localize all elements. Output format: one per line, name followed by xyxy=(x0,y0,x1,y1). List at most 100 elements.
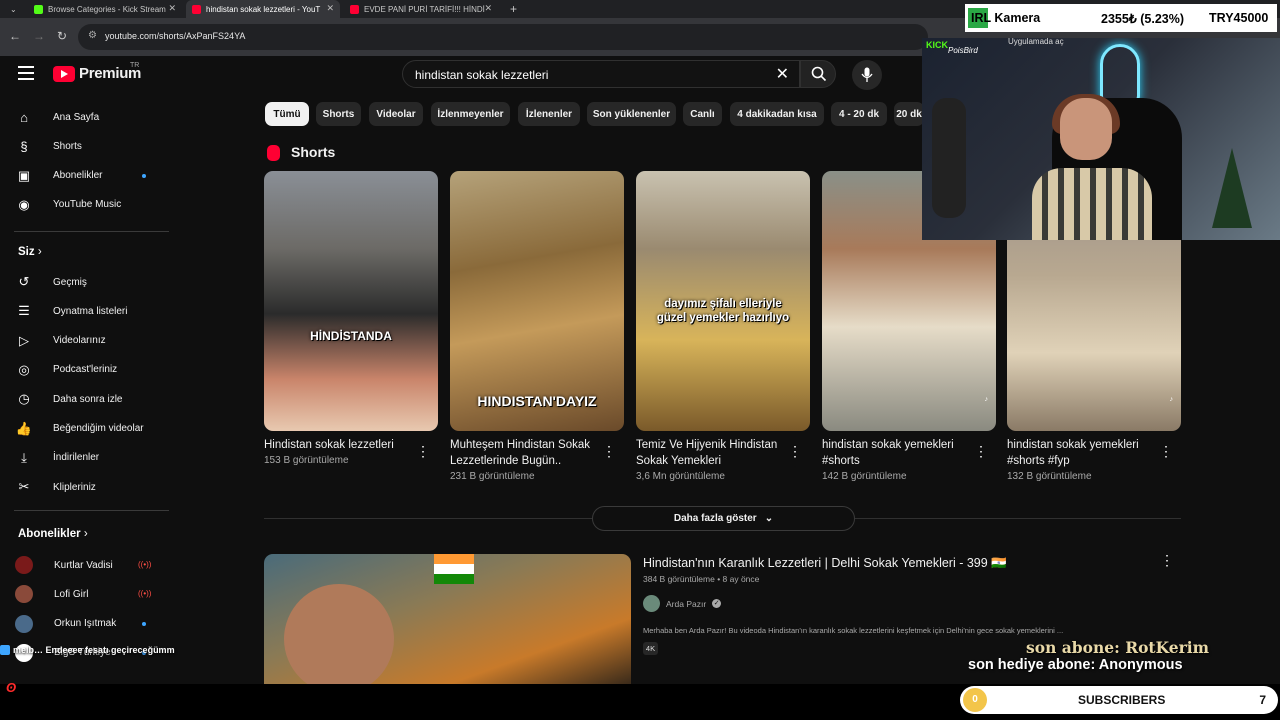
live-icon: ((•)) xyxy=(138,560,152,569)
short-thumbnail[interactable]: HINDISTAN'DAYIZ xyxy=(450,171,624,431)
sidebar-item-geçmiş[interactable]: ↺ Geçmiş xyxy=(14,269,169,295)
chat-ticker: melb… Endeeee fesatı geçireceğümm xyxy=(0,645,175,655)
sidebar-item-label: Shorts xyxy=(53,140,82,152)
ticker-target: TRY45000 xyxy=(1209,11,1269,25)
watch-later-icon: ◷ xyxy=(18,391,30,407)
channel-avatar[interactable] xyxy=(643,595,660,612)
browser-tab-2[interactable]: hindistan sokak lezzetleri - YouT ✕ xyxy=(186,0,340,18)
short-card[interactable]: HİNDİSTANDA Hindistan sokak lezzetleri 153… xyxy=(264,171,438,466)
sidebar-item-orkun-işıtmak[interactable]: Orkun Işıtmak xyxy=(14,611,169,637)
short-overlay-text: HİNDİSTANDA xyxy=(310,329,392,343)
donation-ticker: IRL Kamera 2355₺ (5.23%) TRY45000 xyxy=(965,4,1277,32)
browser-tab-3[interactable]: EVDE PANİ PURİ TARİFİ!!! HİNDİ ✕ xyxy=(344,0,498,18)
close-tab-icon[interactable]: ✕ xyxy=(484,3,492,14)
divider-line xyxy=(264,518,592,519)
browser-tab-title: EVDE PANİ PURİ TARİFİ!!! HİNDİ xyxy=(364,4,485,14)
video-thumbnail[interactable] xyxy=(264,554,631,684)
india-flag-icon xyxy=(434,554,474,584)
short-more-options-icon[interactable]: ⋮ xyxy=(974,443,988,460)
short-card[interactable]: HINDISTAN'DAYIZ Muhteşem Hindistan Sokak … xyxy=(450,171,624,482)
tab-list-chevron-icon[interactable]: ⌄ xyxy=(4,0,18,18)
stream-logo-icon: ʘ xyxy=(6,680,17,695)
forward-arrow-icon[interactable]: → xyxy=(33,29,45,43)
neon-sign xyxy=(1100,44,1140,104)
filter-chip[interactable]: 4 dakikadan kısa xyxy=(730,102,824,126)
search-button[interactable] xyxy=(800,60,836,88)
video-meta: 384 B görüntüleme • 8 ay önce xyxy=(643,574,760,584)
sidebar-item-daha-sonra-izle[interactable]: ◷ Daha sonra izle xyxy=(14,386,169,412)
short-more-options-icon[interactable]: ⋮ xyxy=(788,443,802,460)
short-card[interactable]: dayımız şifalı elleriyle güzel yemekler … xyxy=(636,171,810,482)
voice-search-button[interactable] xyxy=(852,60,882,90)
sidebar-divider xyxy=(14,231,169,232)
sidebar-item-label: Geçmiş xyxy=(53,276,87,288)
sidebar-item-youtube-music[interactable]: ◉ YouTube Music xyxy=(14,192,169,218)
short-thumbnail[interactable]: HİNDİSTANDA xyxy=(264,171,438,431)
sidebar-item-videolarınız[interactable]: ▷ Videolarınız xyxy=(14,328,169,354)
filter-chip[interactable]: 20 dk xyxy=(894,102,924,126)
sidebar-subscriptions-heading[interactable]: Abonelikler › xyxy=(18,528,88,540)
hamburger-menu-icon[interactable] xyxy=(18,66,34,80)
filter-chip[interactable]: Canlı xyxy=(683,102,722,126)
search-input[interactable]: hindistan sokak lezzetleri xyxy=(415,68,548,82)
sidebar-item-podcast-leriniz[interactable]: ◎ Podcast'leriniz xyxy=(14,357,169,383)
short-more-options-icon[interactable]: ⋮ xyxy=(602,443,616,460)
new-tab-plus-icon[interactable]: + xyxy=(504,0,520,18)
clear-search-icon[interactable]: ✕ xyxy=(776,64,789,84)
short-more-options-icon[interactable]: ⋮ xyxy=(1159,443,1173,460)
filter-chip[interactable]: Tümü xyxy=(265,102,309,126)
browser-tab-1[interactable]: Browse Categories - Kick Stream ✕ xyxy=(28,0,182,18)
filter-chip[interactable]: Son yüklenenler xyxy=(587,102,676,126)
short-title[interactable]: Temiz Ve Hijyenik Hindistan Sokak Yemekl… xyxy=(636,437,786,469)
thumbnail-face xyxy=(284,584,394,684)
sidebar-item-label: Videolarınız xyxy=(53,335,106,347)
show-more-button[interactable]: Daha fazla göster ⌄ xyxy=(592,506,855,531)
sidebar-item-lofi-girl[interactable]: Lofi Girl ((•)) xyxy=(14,581,169,607)
sidebar-you-heading[interactable]: Siz › xyxy=(18,246,42,258)
back-arrow-icon[interactable]: ← xyxy=(9,29,21,43)
sidebar-item-label: Abonelikler xyxy=(53,170,103,182)
sidebar-item-kurtlar-vadisi[interactable]: Kurtlar Vadisi ((•)) xyxy=(14,552,169,578)
kick-favicon-icon xyxy=(34,4,43,14)
short-title[interactable]: hindistan sokak yemekleri #shorts #fyp xyxy=(1007,437,1157,469)
youtube-premium-logo[interactable]: Premium TR xyxy=(53,62,141,82)
video-title[interactable]: Hindistan'nın Karanlık Lezzetleri | Delh… xyxy=(643,556,1007,571)
filter-chip[interactable]: 4 - 20 dk xyxy=(831,102,887,126)
short-title[interactable]: Hindistan sokak lezzetleri xyxy=(264,437,414,453)
streamer-name: PoisBird xyxy=(948,46,978,55)
filter-chip[interactable]: Shorts xyxy=(316,102,361,126)
sidebar-item-shorts[interactable]: § Shorts xyxy=(14,133,169,159)
filter-chip[interactable]: Videolar xyxy=(369,102,423,126)
short-title[interactable]: Muhteşem Hindistan Sokak Lezzetlerinde B… xyxy=(450,437,600,469)
filter-chip[interactable]: İzlenenler xyxy=(518,102,580,126)
sidebar-item-i-ndirilenler[interactable]: ⤓ İndirilenler xyxy=(14,445,169,471)
sidebar-item-oynatma-listeleri[interactable]: ☰ Oynatma listeleri xyxy=(14,298,169,324)
sidebar-item-abonelikler[interactable]: ▣ Abonelikler xyxy=(14,163,169,189)
sidebar-item-beğendiğim-videolar[interactable]: 👍 Beğendiğim videolar xyxy=(14,416,169,442)
short-thumbnail[interactable]: dayımız şifalı elleriyle güzel yemekler … xyxy=(636,171,810,431)
short-overlay-text: HINDISTAN'DAYIZ xyxy=(477,393,597,409)
video-more-options-icon[interactable]: ⋮ xyxy=(1160,552,1174,569)
short-more-options-icon[interactable]: ⋮ xyxy=(416,443,430,460)
sidebar-item-klipleriniz[interactable]: ✂ Klipleriniz xyxy=(14,474,169,500)
verified-check-icon: ✓ xyxy=(712,599,722,608)
close-tab-icon[interactable]: ✕ xyxy=(168,3,176,14)
open-in-app-label: Uygulamada aç xyxy=(1008,38,1064,46)
search-box[interactable]: hindistan sokak lezzetleri ✕ xyxy=(402,60,800,88)
address-bar[interactable]: ⚙ youtube.com/shorts/AxPanFS24YA xyxy=(78,24,928,50)
microphone-icon xyxy=(861,67,873,82)
filter-chip[interactable]: İzlenmeyenler xyxy=(431,102,510,126)
close-tab-icon[interactable]: ✕ xyxy=(326,3,334,14)
sidebar-item-ana-sayfa[interactable]: ⌂ Ana Sayfa xyxy=(14,104,169,130)
short-title[interactable]: hindistan sokak yemekleri #shorts xyxy=(822,437,972,469)
kick-brand: KICK xyxy=(926,40,948,50)
webcam-overlay: KICK PoisBird Uygulamada aç xyxy=(922,38,1280,240)
video-channel[interactable]: Arda Pazır ✓ xyxy=(643,595,722,612)
reload-icon[interactable]: ↻ xyxy=(57,29,67,43)
channel-name[interactable]: Arda Pazır xyxy=(666,599,706,609)
sidebar-item-label: Oynatma listeleri xyxy=(53,305,128,317)
subscriber-goal-bar: 0 SUBSCRIBERS 7 xyxy=(960,686,1278,714)
chevron-down-icon: ⌄ xyxy=(764,513,774,524)
site-info-icon[interactable]: ⚙ xyxy=(88,30,97,41)
sidebar-item-label: Orkun Işıtmak xyxy=(54,618,117,630)
